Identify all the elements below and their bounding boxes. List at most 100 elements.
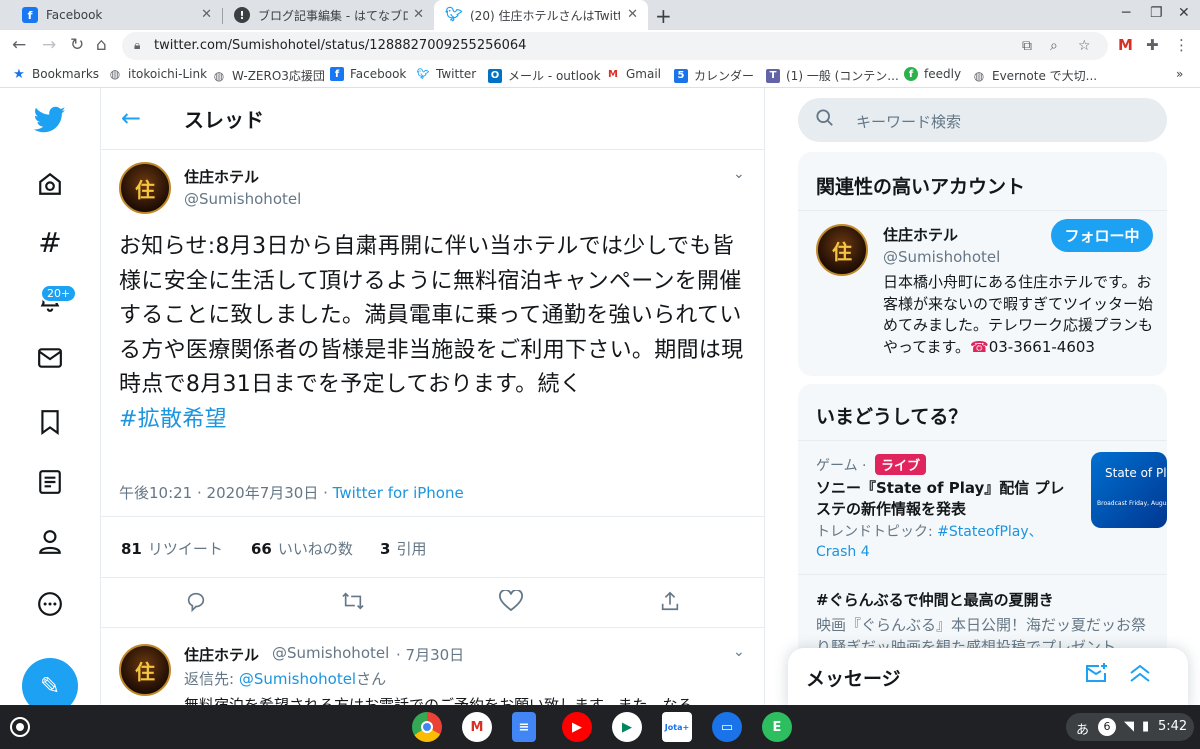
close-icon[interactable]: ✕	[413, 7, 424, 22]
bookmarks-icon[interactable]	[34, 406, 66, 438]
reload-icon[interactable]: ↻	[70, 35, 84, 55]
share-icon[interactable]	[659, 590, 681, 617]
bookmark-item[interactable]: ◍ Evernote で大切...	[972, 67, 1097, 84]
open-in-window-icon[interactable]: ⧉	[1022, 38, 1032, 54]
bookmark-item[interactable]: ★ Bookmarks	[12, 67, 99, 82]
following-button[interactable]: フォロー中	[1051, 219, 1153, 252]
address-bar[interactable]: 🔒︎ twitter.com/Sumishohotel/status/12888…	[122, 32, 1108, 60]
reply-date[interactable]: · 7月30日	[396, 644, 464, 665]
tweet-timestamp[interactable]: 午後10:21 · 2020年7月30日 ·	[119, 484, 333, 502]
tweet-source-link[interactable]: Twitter for iPhone	[333, 484, 464, 502]
close-icon[interactable]: ✕	[201, 7, 212, 22]
chrome-app-icon[interactable]	[412, 712, 442, 742]
minimize-icon[interactable]: ─	[1122, 5, 1130, 21]
tab-twitter[interactable]: 🐦︎ (20) 住庄ホテルさんはTwitterを使っています ✕	[434, 0, 648, 30]
quotes-stat[interactable]: 3 引用	[380, 538, 426, 559]
expand-chevrons-icon[interactable]	[1128, 662, 1152, 690]
avatar[interactable]: 住	[119, 162, 171, 214]
lists-icon[interactable]	[34, 466, 66, 498]
youtube-app-icon[interactable]: ▶	[562, 712, 592, 742]
gmail-extension-icon[interactable]: M	[1118, 36, 1133, 54]
tab-facebook[interactable]: f Facebook ✕	[10, 0, 222, 30]
restore-icon[interactable]: ❐	[1150, 5, 1163, 21]
left-navigation: # 20+ ✎	[0, 88, 100, 714]
evernote-app-icon[interactable]: E	[762, 712, 792, 742]
list-shape	[39, 470, 61, 494]
messages-drawer[interactable]: メッセージ	[788, 648, 1188, 705]
trend-title: #ぐらんぶるで仲間と最高の夏開き	[816, 591, 1054, 609]
mention-link[interactable]: @Sumishohotel	[239, 670, 356, 688]
tweet-meta: 午後10:21 · 2020年7月30日 · Twitter for iPhon…	[119, 482, 464, 503]
forward-icon[interactable]: →	[42, 35, 56, 55]
bookmark-item[interactable]: f feedly	[904, 67, 961, 81]
share-shape	[661, 591, 679, 611]
reply-author-name[interactable]: 住庄ホテル	[184, 644, 259, 665]
bookmark-item[interactable]: f Facebook	[330, 67, 406, 81]
twitter-logo-icon[interactable]	[34, 104, 66, 136]
bookmarks-overflow-button[interactable]: »	[1176, 67, 1183, 81]
bookmark-item[interactable]: 🐦︎ Twitter	[416, 67, 477, 81]
globe-icon: ◍	[213, 68, 225, 83]
back-icon[interactable]: ←	[12, 35, 26, 55]
extensions-icon[interactable]: ✚	[1146, 36, 1159, 54]
chevron-down-icon[interactable]: ⌄	[733, 166, 745, 182]
bookmark-star-icon[interactable]: ☆	[1078, 38, 1091, 54]
reply-icon[interactable]	[185, 590, 207, 617]
hatena-icon: !	[234, 7, 250, 23]
bookmark-item[interactable]: 5 カレンダー	[674, 67, 754, 84]
home-shape	[39, 172, 61, 195]
messages-envelope-icon[interactable]	[34, 342, 66, 374]
docs-app-icon[interactable]: ≡	[512, 712, 536, 742]
close-window-icon[interactable]: ✕	[1178, 5, 1190, 21]
new-message-icon[interactable]	[1084, 662, 1108, 690]
bookmark-item[interactable]: M Gmail	[606, 67, 661, 81]
new-tab-button[interactable]: +	[655, 4, 672, 28]
menu-icon[interactable]: ⋮	[1174, 36, 1189, 54]
feedly-icon: f	[904, 67, 918, 81]
more-icon[interactable]	[34, 588, 66, 620]
system-tray[interactable]: あ 6 ◥ ▮ 5:42	[1066, 713, 1194, 741]
avatar[interactable]: 住	[816, 224, 868, 276]
tab-title: ブログ記事編集 - はてなブログ	[258, 8, 408, 23]
like-heart-icon[interactable]	[499, 589, 523, 617]
likes-label: いいねの数	[277, 540, 353, 558]
home-icon[interactable]	[34, 168, 66, 200]
chevron-down-icon[interactable]: ⌄	[733, 644, 745, 660]
hashtag-link[interactable]: #拡散希望	[119, 407, 227, 432]
bookmark-item[interactable]: ◍ itokoichi-Link	[108, 67, 207, 81]
search-input[interactable]: キーワード検索	[798, 98, 1167, 142]
bookmark-item[interactable]: T (1) 一般 (コンテン...	[766, 67, 899, 84]
launcher-icon[interactable]	[10, 717, 30, 737]
explore-hashtag-icon[interactable]: #	[34, 226, 66, 259]
wifi-icon: ◥	[1124, 719, 1134, 734]
retweet-icon[interactable]	[341, 590, 365, 617]
close-icon[interactable]: ✕	[627, 7, 638, 22]
jota-app-icon[interactable]: Jota+	[662, 712, 692, 742]
files-app-icon[interactable]: ▭	[712, 712, 742, 742]
profile-icon[interactable]	[34, 526, 66, 558]
bookmark-item[interactable]: O メール - outlook	[488, 67, 601, 84]
related-account-name[interactable]: 住庄ホテル	[883, 224, 958, 245]
zoom-icon[interactable]: ⌕	[1050, 38, 1058, 54]
likes-stat[interactable]: 66 いいねの数	[251, 538, 353, 559]
chrome-center-icon	[421, 721, 433, 733]
related-account-handle[interactable]: @Sumishohotel	[883, 248, 1000, 266]
avatar[interactable]: 住	[119, 644, 171, 696]
reply-author-handle[interactable]: @Sumishohotel	[272, 644, 389, 662]
bookmark-item[interactable]: ◍ W-ZERO3応援団	[212, 67, 325, 84]
gmail-icon: M	[608, 68, 618, 80]
main-column: ← スレッド 住 住庄ホテル @Sumishohotel ⌄ お知らせ:8月3日…	[100, 88, 765, 705]
gmail-app-icon[interactable]: M	[462, 712, 492, 742]
home-icon[interactable]: ⌂	[96, 35, 107, 55]
play-store-app-icon[interactable]: ▶	[612, 712, 642, 742]
back-arrow-icon[interactable]: ←	[121, 104, 141, 132]
author-name[interactable]: 住庄ホテル	[184, 166, 259, 187]
search-placeholder: キーワード検索	[856, 113, 962, 131]
heart-shape	[499, 589, 523, 612]
tweet-actions	[101, 578, 764, 628]
tab-hatena[interactable]: ! ブログ記事編集 - はてなブログ ✕	[222, 0, 434, 30]
bookmark-label: itokoichi-Link	[128, 67, 208, 81]
retweets-stat[interactable]: 81 リツイート	[121, 538, 223, 559]
trend-sub-prefix: トレンドトピック:	[816, 524, 938, 540]
author-handle[interactable]: @Sumishohotel	[184, 190, 301, 208]
